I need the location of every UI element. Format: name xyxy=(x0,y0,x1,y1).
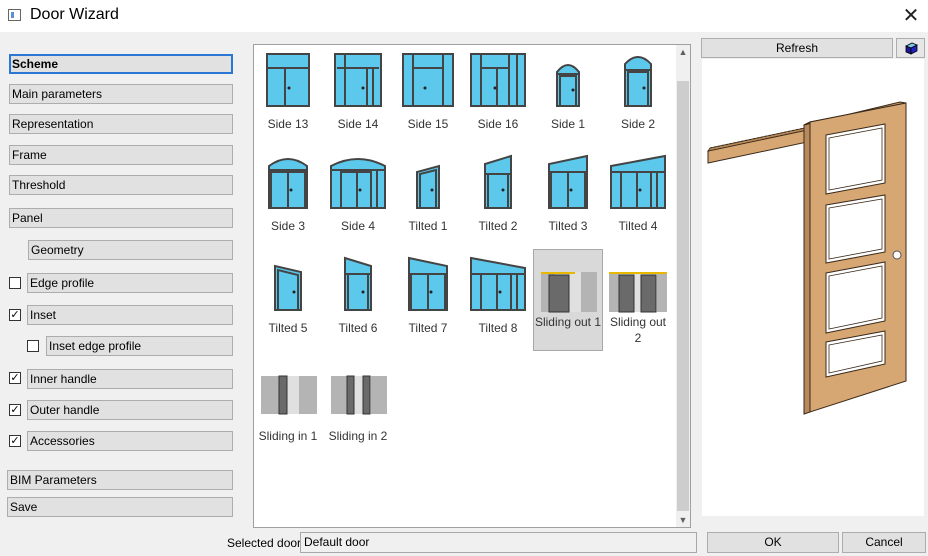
cancel-button[interactable]: Cancel xyxy=(842,532,926,553)
sidebar-item-threshold[interactable]: Threshold xyxy=(9,175,233,195)
sidebar-item-geometry[interactable]: Geometry xyxy=(28,240,233,260)
sidebar-item-outer-handle[interactable]: Outer handle xyxy=(27,400,233,420)
gallery-item-label: Tilted 7 xyxy=(408,321,448,335)
inset-edge-profile-checkbox[interactable] xyxy=(27,340,39,352)
gallery-item-sliding-out-1[interactable]: Sliding out 1 xyxy=(533,249,603,351)
selected-door-field[interactable]: Default door xyxy=(300,532,697,553)
ok-button[interactable]: OK xyxy=(707,532,839,553)
gallery-item-label: Side 14 xyxy=(337,117,379,131)
cube-view-icon xyxy=(904,42,918,55)
gallery-item-sliding-in-2[interactable]: Sliding in 2 xyxy=(325,362,391,458)
sidebar-item-representation[interactable]: Representation xyxy=(9,114,233,134)
sidebar-item-panel[interactable]: Panel xyxy=(9,208,233,228)
gallery-item-tilted-8[interactable]: Tilted 8 xyxy=(465,254,531,350)
gallery-item-side-13[interactable]: Side 13 xyxy=(255,50,321,146)
door-tilted-2-icon xyxy=(484,154,512,209)
sidebar-item-inner-handle[interactable]: Inner handle xyxy=(27,369,233,389)
refresh-button[interactable]: Refresh xyxy=(701,38,893,58)
door-tilted-6-icon xyxy=(344,256,372,311)
sidebar-item-scheme[interactable]: Scheme xyxy=(9,54,233,74)
gallery-item-label: Tilted 3 xyxy=(548,219,588,233)
gallery-item-label: Side 4 xyxy=(340,219,376,233)
gallery-item-label: Tilted 4 xyxy=(618,219,658,233)
gallery-item-label: Side 13 xyxy=(267,117,309,131)
gallery-item-side-14[interactable]: Side 14 xyxy=(325,50,391,146)
sliding-in-1-icon xyxy=(261,375,317,415)
door-side-1-icon xyxy=(556,64,580,107)
sidebar-item-save[interactable]: Save xyxy=(7,497,233,517)
gallery-item-tilted-6[interactable]: Tilted 6 xyxy=(325,254,391,350)
gallery-item-label: Tilted 8 xyxy=(478,321,518,335)
gallery-item-tilted-7[interactable]: Tilted 7 xyxy=(395,254,461,350)
sidebar-item-inset[interactable]: Inset xyxy=(27,305,233,325)
gallery-item-side-4[interactable]: Side 4 xyxy=(325,152,391,248)
gallery-item-tilted-5[interactable]: Tilted 5 xyxy=(255,254,321,350)
gallery-item-label: Tilted 5 xyxy=(268,321,308,335)
sidebar-item-main-parameters[interactable]: Main parameters xyxy=(9,84,233,104)
door-tilted-4-icon xyxy=(610,154,666,209)
gallery-item-label: Sliding in 1 xyxy=(258,429,318,443)
gallery-item-side-16[interactable]: Side 16 xyxy=(465,50,531,146)
door-side-14-icon xyxy=(334,53,382,107)
gallery-item-tilted-1[interactable]: Tilted 1 xyxy=(395,152,461,248)
gallery-item-label: Side 3 xyxy=(270,219,306,233)
sidebar-item-accessories[interactable]: Accessories xyxy=(27,431,233,451)
gallery-item-tilted-4[interactable]: Tilted 4 xyxy=(605,152,671,248)
gallery-item-sliding-in-1[interactable]: Sliding in 1 xyxy=(255,362,321,458)
gallery-item-side-15[interactable]: Side 15 xyxy=(395,50,461,146)
gallery-item-label: Tilted 1 xyxy=(408,219,448,233)
view-mode-button[interactable] xyxy=(896,38,925,58)
gallery-item-label: Side 16 xyxy=(477,117,519,131)
door-tilted-1-icon xyxy=(416,164,440,209)
door-tilted-8-icon xyxy=(470,256,526,311)
gallery-item-tilted-3[interactable]: Tilted 3 xyxy=(535,152,601,248)
gallery-item-label: Side 15 xyxy=(407,117,449,131)
scroll-up-icon[interactable]: ▲ xyxy=(676,45,690,59)
gallery-item-sliding-out-2[interactable]: Sliding out 2 xyxy=(605,254,671,350)
gallery-item-side-3[interactable]: Side 3 xyxy=(255,152,321,248)
sliding-in-2-icon xyxy=(331,375,387,415)
door-side-13-icon xyxy=(266,53,310,107)
scroll-thumb[interactable] xyxy=(677,81,689,511)
gallery-item-label: Sliding out 2 xyxy=(609,315,667,345)
inner-handle-checkbox[interactable]: ✓ xyxy=(9,372,21,384)
accessories-checkbox[interactable]: ✓ xyxy=(9,435,21,447)
close-icon[interactable]: ✕ xyxy=(898,4,924,28)
sidebar-item-inset-edge-profile[interactable]: Inset edge profile xyxy=(46,336,233,356)
app-icon xyxy=(8,9,21,21)
door-side-15-icon xyxy=(402,53,454,107)
gallery-item-label: Sliding in 2 xyxy=(328,429,388,443)
outer-handle-checkbox[interactable]: ✓ xyxy=(9,404,21,416)
inset-checkbox[interactable]: ✓ xyxy=(9,309,21,321)
door-tilted-3-icon xyxy=(548,154,588,209)
sidebar-item-edge-profile[interactable]: Edge profile xyxy=(27,273,233,293)
sidebar-item-frame[interactable]: Frame xyxy=(9,145,233,165)
door-tilted-5-icon xyxy=(274,264,302,311)
sliding-out-2-icon xyxy=(609,272,667,313)
gallery-scrollbar[interactable]: ▲ ▼ xyxy=(676,45,690,527)
door-tilted-7-icon xyxy=(408,256,448,311)
title-bar: Door Wizard ✕ xyxy=(0,0,928,32)
selected-door-label: Selected door xyxy=(227,536,302,550)
gallery-item-label: Side 2 xyxy=(620,117,656,131)
gallery-item-side-1[interactable]: Side 1 xyxy=(535,50,601,146)
gallery-item-label: Tilted 6 xyxy=(338,321,378,335)
edge-profile-checkbox[interactable] xyxy=(9,277,21,289)
sidebar-item-bim-parameters[interactable]: BIM Parameters xyxy=(7,470,233,490)
gallery-item-label: Sliding out 1 xyxy=(534,315,602,329)
gallery-item-label: Tilted 2 xyxy=(478,219,518,233)
door-side-2-icon xyxy=(624,56,652,107)
gallery-item-label: Side 1 xyxy=(550,117,586,131)
gallery-item-tilted-2[interactable]: Tilted 2 xyxy=(465,152,531,248)
door-side-16-icon xyxy=(470,53,526,107)
door-3d-model xyxy=(707,101,907,415)
gallery-item-side-2[interactable]: Side 2 xyxy=(605,50,671,146)
window-title: Door Wizard xyxy=(30,6,119,23)
door-side-3-icon xyxy=(268,158,308,209)
scroll-down-icon[interactable]: ▼ xyxy=(676,513,690,527)
door-3d-preview[interactable] xyxy=(702,59,924,516)
sliding-out-1-icon xyxy=(541,272,597,313)
door-side-4-icon xyxy=(330,158,386,209)
